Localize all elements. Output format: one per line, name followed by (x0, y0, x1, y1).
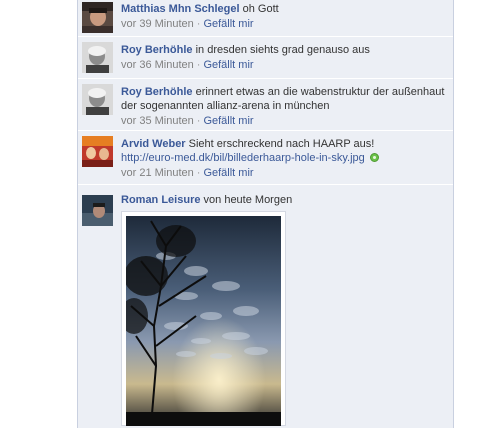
avatar[interactable] (82, 84, 113, 115)
comment-meta: vor 35 Minuten · Gefällt mir (121, 114, 447, 128)
comment-author[interactable]: Arvid Weber (121, 138, 186, 150)
like-link[interactable]: Gefällt mir (203, 115, 253, 127)
comment-body: Arvid Weber Sieht erschreckend nach HAAR… (121, 137, 447, 180)
comment-link[interactable]: http://euro-med.dk/bil/billederhaarp-hol… (121, 152, 365, 164)
comment-author[interactable]: Matthias Mhn Schlegel (121, 3, 240, 15)
comment-meta: vor 39 Minuten · Gefällt mir (121, 17, 447, 31)
comment-text-continued: der sogenannten allianz-arena in münchen (121, 100, 330, 112)
comment-text: Sieht erschreckend nach HAARP aus! (188, 138, 375, 150)
comment-author[interactable]: Roy Berhöhle (121, 44, 193, 56)
comment-item: Matthias Mhn Schlegel oh Gott vor 39 Min… (78, 0, 453, 37)
comment-body: Matthias Mhn Schlegel oh Gott vor 39 Min… (121, 2, 447, 31)
meta-separator: · (196, 59, 201, 71)
comment-body: Roy Berhöhle in dresden siehts grad gena… (121, 43, 447, 72)
meta-separator: · (196, 167, 201, 179)
comment-timestamp: vor 39 Minuten (121, 18, 194, 30)
sky-photo (126, 216, 281, 426)
comment-text: oh Gott (242, 3, 279, 15)
avatar[interactable] (82, 42, 113, 73)
comment-item: Roy Berhöhle in dresden siehts grad gena… (78, 38, 453, 79)
like-link[interactable]: Gefällt mir (203, 59, 253, 71)
comment-author[interactable]: Roy Berhöhle (121, 86, 193, 98)
comment-author[interactable]: Roman Leisure (121, 194, 200, 206)
external-link-icon[interactable] (369, 153, 379, 162)
comment-timestamp: vor 21 Minuten (121, 167, 194, 179)
comment-meta: vor 36 Minuten · Gefällt mir (121, 58, 447, 72)
comment-text: in dresden siehts grad genauso aus (195, 44, 370, 56)
comment-body: Roy Berhöhle erinnert etwas an die waben… (121, 85, 447, 128)
like-link[interactable]: Gefällt mir (203, 18, 253, 30)
meta-separator: · (196, 18, 201, 30)
comment-timestamp: vor 36 Minuten (121, 59, 194, 71)
comment-item: Arvid Weber Sieht erschreckend nach HAAR… (78, 132, 453, 185)
comment-timestamp: vor 35 Minuten (121, 115, 194, 127)
comment-feed: Matthias Mhn Schlegel oh Gott vor 39 Min… (77, 0, 454, 428)
avatar[interactable] (82, 136, 113, 167)
like-link[interactable]: Gefällt mir (203, 167, 253, 179)
photo-attachment[interactable] (121, 211, 286, 426)
comment-text: erinnert etwas an die wabenstruktur der … (195, 86, 445, 98)
comment-text: von heute Morgen (203, 194, 293, 206)
comment-body: Roman Leisure von heute Morgen (121, 193, 447, 207)
meta-separator: · (196, 115, 201, 127)
avatar[interactable] (82, 195, 113, 226)
comment-meta: vor 21 Minuten · Gefällt mir (121, 166, 447, 180)
avatar[interactable] (82, 2, 113, 33)
comment-item: Roman Leisure von heute Morgen (78, 186, 453, 428)
comment-item: Roy Berhöhle erinnert etwas an die waben… (78, 80, 453, 131)
